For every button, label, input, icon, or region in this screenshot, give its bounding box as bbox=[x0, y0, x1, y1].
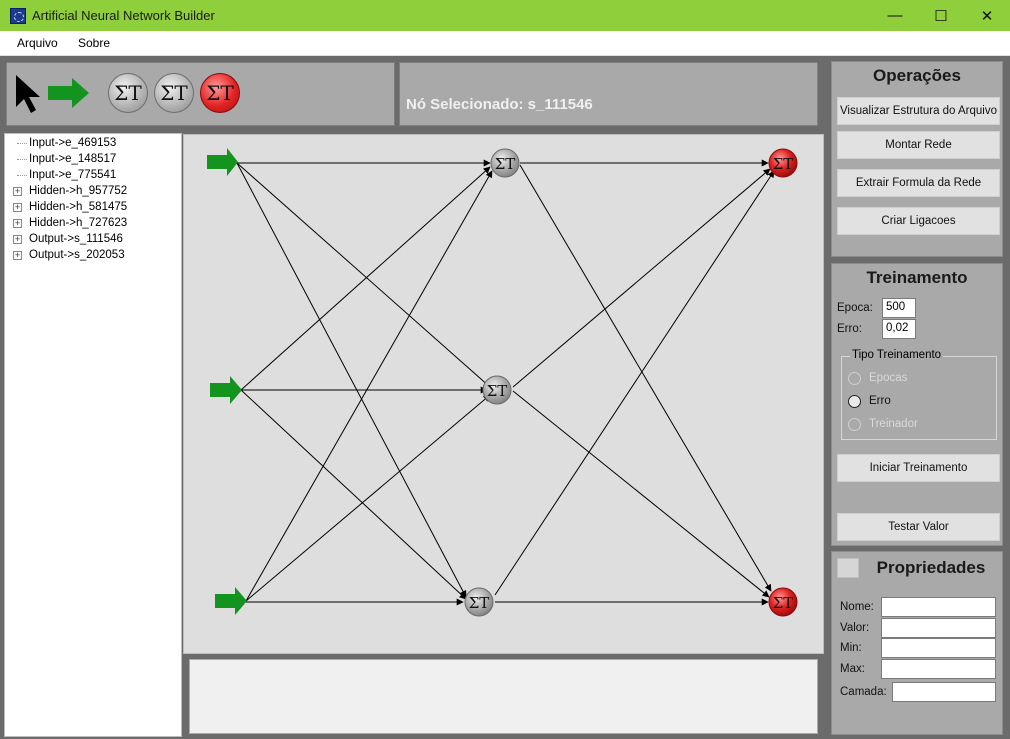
operacoes-title: Operações bbox=[873, 66, 961, 85]
pointer-icon[interactable] bbox=[14, 73, 44, 115]
hidden-node[interactable]: ΣT bbox=[464, 587, 494, 617]
criar-ligacoes-button[interactable]: Criar Ligacoes bbox=[837, 207, 1000, 235]
treinamento-title: Treinamento bbox=[866, 268, 968, 287]
selected-node-bar: Nó Selecionado: s_111546 bbox=[399, 62, 818, 126]
camada-input[interactable] bbox=[892, 682, 996, 702]
radio-button-icon[interactable] bbox=[848, 395, 861, 408]
montar-rede-button[interactable]: Montar Rede bbox=[837, 131, 1000, 159]
tree-item-hidden[interactable]: + Hidden->h_727623 bbox=[5, 216, 175, 232]
expand-icon[interactable]: + bbox=[13, 187, 22, 196]
tree-item-input[interactable]: Input->e_469153 bbox=[5, 136, 175, 152]
hidden-node-tool-icon[interactable]: ΣT bbox=[108, 73, 148, 113]
close-button[interactable]: ✕ bbox=[964, 0, 1010, 31]
svg-text:ΣT: ΣT bbox=[487, 382, 508, 400]
toolbox: ΣT ΣT ΣT bbox=[6, 62, 395, 126]
iniciar-treinamento-button[interactable]: Iniciar Treinamento bbox=[837, 454, 1000, 482]
nome-input[interactable] bbox=[881, 597, 996, 617]
menu-bar: Arquivo Sobre bbox=[0, 31, 1010, 56]
epoca-input[interactable]: 500 bbox=[882, 298, 916, 318]
extrair-formula-button[interactable]: Extrair Formula da Rede bbox=[837, 169, 1000, 197]
testar-valor-button[interactable]: Testar Valor bbox=[837, 513, 1000, 541]
operacoes-panel: Operações Visualizar Estrutura do Arquiv… bbox=[831, 61, 1003, 257]
expand-icon[interactable]: + bbox=[13, 235, 22, 244]
propriedades-panel: Propriedades Nome: Valor: Min: Max: Cama… bbox=[831, 551, 1003, 735]
tree-item-output[interactable]: + Output->s_202053 bbox=[5, 248, 175, 264]
treinamento-panel: Treinamento Epoca: 500 Erro: 0,02 Tipo T… bbox=[831, 263, 1003, 546]
input-arrow-icon bbox=[207, 148, 238, 176]
tree-item-input[interactable]: Input->e_148517 bbox=[5, 152, 175, 168]
tree-item-hidden[interactable]: + Hidden->h_957752 bbox=[5, 184, 175, 200]
erro-input[interactable]: 0,02 bbox=[882, 319, 916, 339]
tree-item-input[interactable]: Input->e_775541 bbox=[5, 168, 175, 184]
svg-text:ΣT: ΣT bbox=[773, 155, 794, 173]
min-label: Min: bbox=[840, 642, 862, 654]
tipo-treinamento-group: Tipo Treinamento Epocas Erro Treinador bbox=[841, 349, 997, 440]
svg-text:ΣT: ΣT bbox=[495, 155, 516, 173]
network-canvas[interactable]: ΣT ΣT ΣT ΣT ΣT bbox=[183, 134, 824, 654]
input-arrow-icon[interactable] bbox=[48, 77, 90, 109]
output-node[interactable]: ΣT bbox=[768, 587, 798, 617]
output-log-box[interactable] bbox=[189, 659, 818, 734]
app-icon bbox=[10, 8, 26, 24]
title-bar: Artificial Neural Network Builder — ☐ ✕ bbox=[0, 0, 1010, 31]
hidden-node[interactable]: ΣT bbox=[490, 148, 520, 178]
radio-button-icon[interactable] bbox=[848, 418, 861, 431]
output-node-tool-icon[interactable]: ΣT bbox=[200, 73, 240, 113]
network-diagram: ΣT ΣT ΣT ΣT ΣT bbox=[207, 148, 798, 617]
output-node[interactable]: ΣT bbox=[768, 148, 798, 178]
input-arrow-icon bbox=[210, 376, 242, 404]
nome-label: Nome: bbox=[840, 601, 874, 613]
epoca-label: Epoca: bbox=[837, 302, 873, 314]
expand-icon[interactable]: + bbox=[13, 219, 22, 228]
window-title: Artificial Neural Network Builder bbox=[32, 8, 215, 23]
selected-node-label: Nó Selecionado: s_111546 bbox=[406, 96, 593, 113]
expand-icon[interactable]: + bbox=[13, 203, 22, 212]
input-arrows bbox=[207, 148, 247, 615]
hidden-node[interactable]: ΣT bbox=[482, 375, 512, 405]
expand-icon[interactable]: + bbox=[13, 251, 22, 260]
max-label: Max: bbox=[840, 663, 865, 675]
valor-label: Valor: bbox=[840, 622, 870, 634]
svg-text:ΣT: ΣT bbox=[469, 594, 490, 612]
erro-label: Erro: bbox=[837, 323, 862, 335]
camada-label: Camada: bbox=[840, 686, 887, 698]
visualizar-estrutura-button[interactable]: Visualizar Estrutura do Arquivo bbox=[837, 97, 1000, 125]
minimize-button[interactable]: — bbox=[872, 0, 918, 31]
maximize-button[interactable]: ☐ bbox=[918, 0, 964, 31]
menu-sobre[interactable]: Sobre bbox=[78, 36, 110, 50]
tree-item-hidden[interactable]: + Hidden->h_581475 bbox=[5, 200, 175, 216]
max-input[interactable] bbox=[881, 659, 996, 679]
input-arrow-icon bbox=[215, 587, 247, 615]
min-input[interactable] bbox=[881, 638, 996, 658]
menu-arquivo[interactable]: Arquivo bbox=[17, 36, 58, 50]
radio-button-icon[interactable] bbox=[848, 372, 861, 385]
tipo-treinamento-title: Tipo Treinamento bbox=[850, 349, 944, 361]
svg-text:ΣT: ΣT bbox=[773, 594, 794, 612]
network-tree[interactable]: Input->e_469153 Input->e_148517 Input->e… bbox=[4, 133, 182, 737]
propriedades-title: Propriedades bbox=[876, 558, 986, 577]
hidden-node-tool-icon[interactable]: ΣT bbox=[154, 73, 194, 113]
tree-item-output[interactable]: + Output->s_111546 bbox=[5, 232, 175, 248]
valor-input[interactable] bbox=[881, 618, 996, 638]
